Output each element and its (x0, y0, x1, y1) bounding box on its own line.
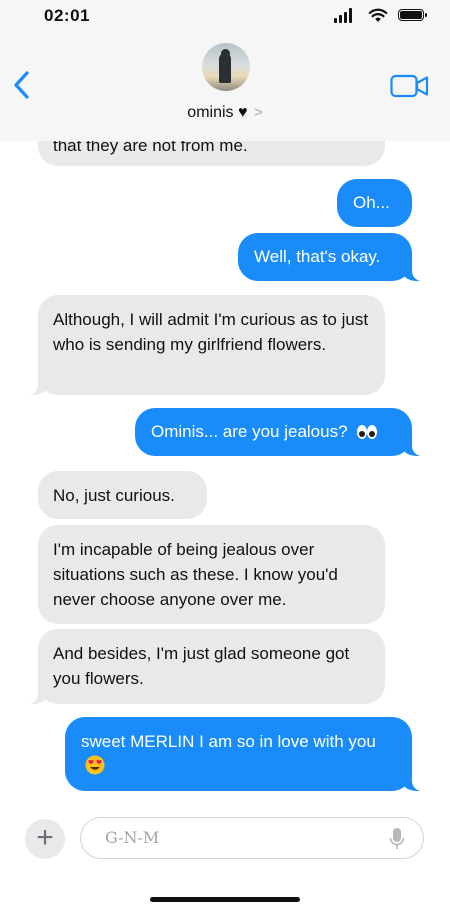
message-incoming: No, just curious. (38, 471, 207, 519)
microphone-icon[interactable] (389, 827, 405, 851)
home-indicator[interactable] (150, 897, 300, 902)
chevron-left-icon[interactable] (12, 70, 32, 100)
conversation-header: ominis ♥ > (0, 34, 450, 141)
wifi-icon (368, 8, 388, 22)
message-field[interactable] (80, 817, 424, 859)
message-text: Although, I will admit I'm curious as to… (53, 310, 369, 354)
plus-icon[interactable]: + (25, 819, 65, 859)
eyes-emoji-icon (357, 425, 378, 439)
message-text: Ominis... are you jealous? (151, 422, 348, 441)
battery-icon (398, 9, 427, 21)
message-text: that they are not from me. (53, 141, 248, 155)
heart-eyes-emoji-icon (85, 755, 105, 775)
contact-name[interactable]: ominis ♥ > (0, 104, 450, 122)
chevron-right-icon: > (253, 104, 263, 121)
signal-icon (334, 8, 352, 23)
message-list[interactable]: that they are not from me. Oh... Well, t… (0, 141, 450, 805)
compose-bar: + (0, 805, 450, 917)
message-incoming: And besides, I'm just glad someone got y… (28, 629, 385, 704)
avatar[interactable] (202, 43, 250, 91)
message-incoming: that they are not from me. (38, 141, 385, 166)
message-text: No, just curious. (53, 486, 175, 505)
message-text: And besides, I'm just glad someone got y… (53, 644, 350, 688)
status-time: 02:01 (44, 6, 90, 25)
message-text: Oh... (353, 193, 390, 212)
message-incoming: Although, I will admit I'm curious as to… (28, 295, 385, 395)
message-outgoing: sweet MERLIN I am so in love with you (65, 717, 422, 791)
message-text: sweet MERLIN I am so in love with you (81, 732, 376, 751)
status-bar: 02:01 (0, 0, 450, 34)
message-text: Well, that's okay. (254, 247, 381, 266)
contact-name-label: ominis ♥ (187, 104, 248, 121)
message-incoming: I'm incapable of being jealous over situ… (38, 525, 385, 624)
video-camera-icon[interactable] (390, 73, 430, 99)
message-text: I'm incapable of being jealous over situ… (53, 540, 338, 609)
message-input[interactable] (103, 827, 367, 848)
message-outgoing: Ominis... are you jealous? (135, 408, 422, 456)
message-outgoing: Well, that's okay. (238, 233, 422, 281)
message-outgoing: Oh... (337, 179, 412, 227)
